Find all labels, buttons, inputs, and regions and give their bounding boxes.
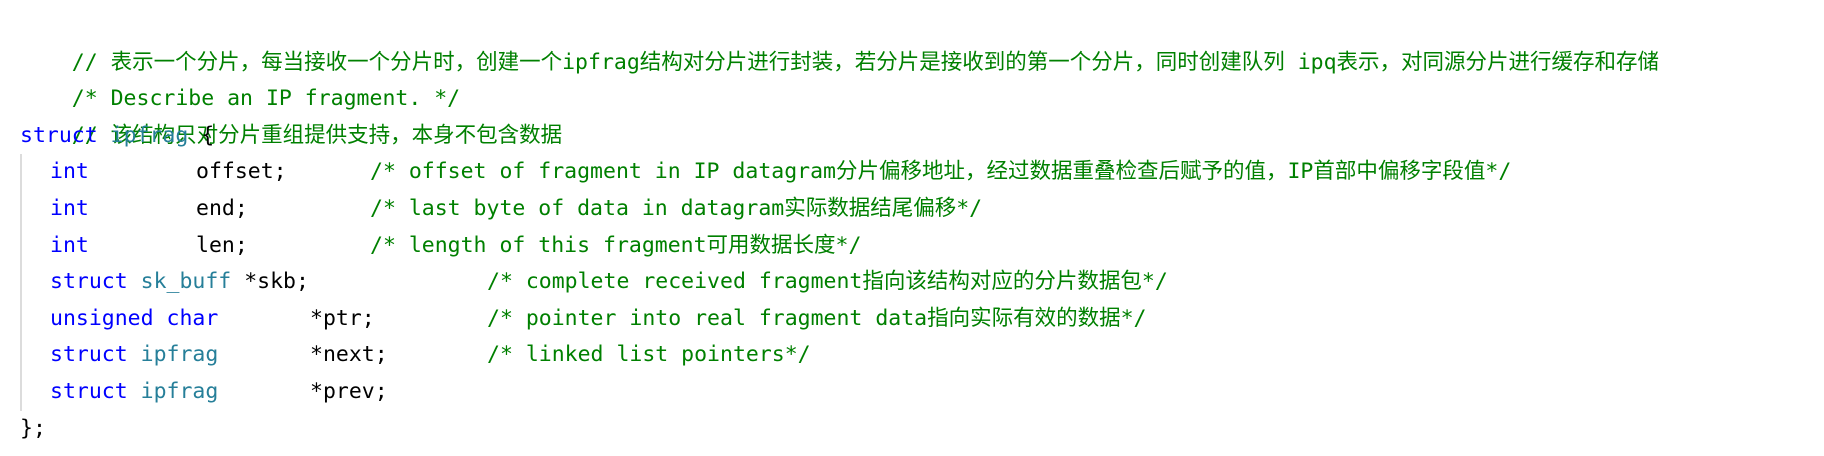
field-name: end; — [196, 195, 248, 221]
indent-guide — [20, 264, 50, 301]
field-name: *skb; — [244, 269, 309, 295]
code-line-struct-decl: struct ipfrag { — [20, 118, 1824, 155]
code-line-field-ptr: unsigned char *ptr; /* pointer into real f… — [20, 300, 1824, 338]
indent-guide — [20, 190, 50, 228]
field-comment: /* linked list pointers*/ — [487, 342, 811, 368]
indent-guide — [20, 337, 50, 374]
code-editor[interactable]: // 表示一个分片，每当接收一个分片时，创建一个ipfrag结构对分片进行封装，… — [0, 8, 1824, 456]
field-comment: /* complete received fragment指向该结构对应的分片数… — [487, 269, 1168, 295]
field-type-keyword: int — [50, 195, 89, 221]
code-line-field-offset: int offset; /* offset of fragment in IP da… — [20, 154, 1824, 191]
field-type-keyword: unsigned char — [50, 305, 219, 331]
code-line-field-end: int end; /* last byte of data in datagram实… — [20, 190, 1824, 228]
field-comment: /* last byte of data in datagram实际数据结尾偏移… — [370, 195, 983, 221]
code-line-3: // 该结构只对分片重组提供支持，本身不包含数据 — [20, 81, 1824, 148]
field-type-keyword: int — [50, 232, 89, 258]
field-type-keyword: struct — [50, 378, 128, 404]
field-name: *next; — [310, 342, 388, 368]
struct-name: ipfrag — [110, 122, 189, 148]
field-name: *ptr; — [310, 305, 375, 331]
code-line-field-skb: struct sk_buff *skb; /* complete received… — [20, 264, 1824, 301]
field-comment: /* length of this fragment可用数据长度*/ — [370, 232, 862, 258]
code-line-field-next: struct ipfrag *next; /* linked list pointe… — [20, 337, 1824, 374]
indent-guide — [20, 300, 50, 338]
field-comment: /* pointer into real fragment data指向实际有效… — [487, 305, 1147, 331]
close-brace: }; — [20, 415, 46, 441]
field-name: offset; — [196, 159, 287, 185]
field-type-keyword: struct — [50, 269, 128, 295]
field-type-keyword: struct — [50, 342, 128, 368]
field-type-name: sk_buff — [140, 269, 232, 295]
code-line-field-len: int len; /* length of this fragment可用数据长度*… — [20, 227, 1824, 265]
field-type-name: ipfrag — [140, 378, 219, 404]
field-name: *prev; — [310, 378, 388, 404]
open-brace: { — [201, 122, 215, 148]
field-name: len; — [196, 232, 248, 258]
field-comment: /* offset of fragment in IP datagram分片偏移… — [370, 159, 1512, 185]
field-type-name: ipfrag — [140, 342, 219, 368]
code-line-2: /* Describe an IP fragment. */ — [20, 45, 1824, 111]
indent-guide — [20, 373, 50, 411]
indent-guide — [20, 227, 50, 265]
struct-keyword: struct — [20, 122, 98, 148]
code-line-1: // 表示一个分片，每当接收一个分片时，创建一个ipfrag结构对分片进行封装，… — [20, 8, 1824, 75]
code-line-field-prev: struct ipfrag *prev; — [20, 373, 1824, 411]
field-type-keyword: int — [50, 159, 89, 185]
code-line-close: }; — [20, 411, 1824, 448]
indent-guide — [20, 154, 50, 191]
